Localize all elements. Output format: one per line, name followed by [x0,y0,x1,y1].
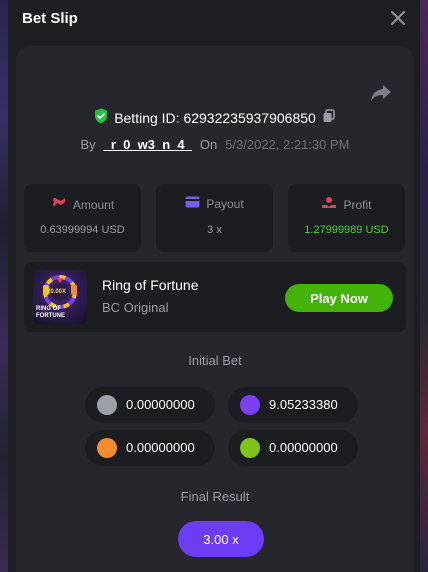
initial-bet-pill: 0.00000000 [228,430,358,466]
coin-icon [240,438,260,458]
profit-stat: Profit 1.27999989 USD [288,184,405,252]
profit-value: 1.27999989 USD [304,224,389,236]
pill-value: 0.00000000 [126,440,195,455]
bet-slip-dialog: Bet Slip Betting ID: 62932235937906850 B… [8,0,420,572]
username-link[interactable]: _r_0_w3_n_4_ [104,137,192,152]
on-label: On [199,136,218,152]
profit-icon [321,196,337,213]
dialog-title: Bet Slip [22,10,78,27]
final-result-title: Final Result [180,489,250,504]
thumb-text-bottom: FORTUNE [36,313,65,319]
pill-value: 0.00000000 [269,440,338,455]
game-name: Ring of Fortune [102,277,199,293]
wallet-icon [185,196,200,211]
initial-bet-pill: 9.05233380 [228,387,358,423]
game-card: 20.00X RING OF FORTUNE Ring of Fortune B… [24,262,406,332]
profit-label: Profit [343,197,372,212]
amount-stat: Amount 0.63999994 USD [24,184,141,252]
payout-value: 3 x [207,224,222,236]
bet-datetime: 5/3/2022, 2:21:30 PM [225,136,350,152]
amount-icon [51,196,67,213]
amount-value: 0.63999994 USD [40,224,125,236]
copy-icon[interactable] [322,108,336,128]
game-thumbnail[interactable]: 20.00X RING OF FORTUNE [33,270,87,324]
bet-detail-card: Betting ID: 62932235937906850 By _r_0_w3… [16,46,414,572]
pill-value: 9.05233380 [269,397,338,412]
game-provider: BC Original [102,300,169,315]
shield-check-icon [94,108,108,129]
payout-stat: Payout 3 x [156,184,273,252]
betting-id: Betting ID: 62932235937906850 [114,110,316,126]
bet-meta-row: By _r_0_w3_n_4_ On 5/3/2022, 2:21:30 PM [16,134,414,154]
thumb-badge: 20.00X [47,289,67,295]
betting-id-row: Betting ID: 62932235937906850 [16,108,414,128]
coin-icon [240,395,260,415]
dialog-header: Bet Slip [8,0,420,44]
coin-icon [97,438,117,458]
final-result-badge: 3.00 x [178,521,264,557]
amount-label: Amount [72,197,115,212]
payout-label: Payout [206,196,244,211]
play-now-button[interactable]: Play Now [285,284,393,312]
background-right-strip [420,0,428,572]
close-icon[interactable] [388,8,408,28]
initial-bet-title: Initial Bet [188,353,242,368]
by-label: By [80,136,96,152]
thumb-text-top: RING OF [36,306,61,312]
initial-bet-pill: 0.00000000 [85,430,215,466]
share-icon[interactable] [370,84,392,102]
pill-value: 0.00000000 [126,397,195,412]
background-left-strip [0,0,8,572]
coin-icon [97,395,117,415]
initial-bet-pill: 0.00000000 [85,387,215,423]
